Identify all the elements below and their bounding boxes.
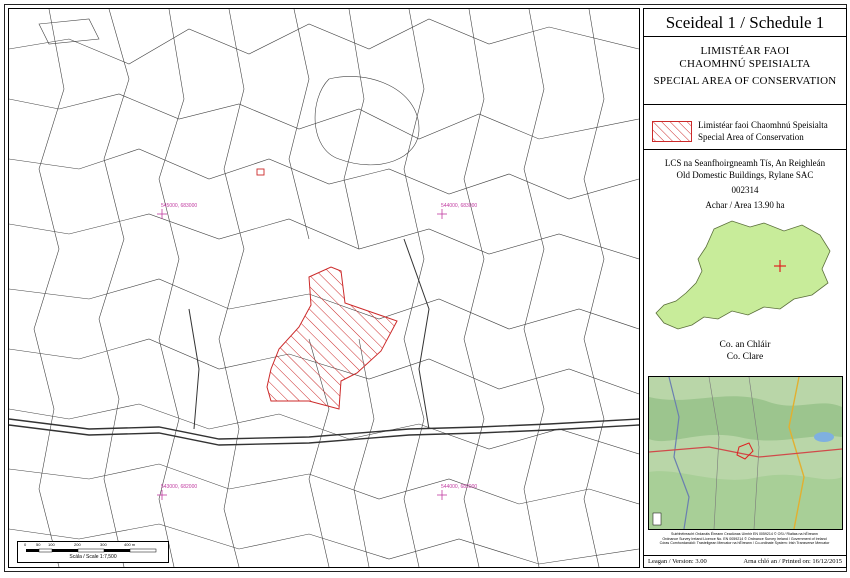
scale-tick-100: 100: [48, 542, 55, 547]
version-label: Leagan / Version: 3.00: [648, 558, 707, 565]
sac-boundary-polygon: [266, 266, 398, 410]
county-name-ga: Co. an Chláir: [719, 340, 771, 350]
hatch-swatch-icon: [653, 122, 691, 141]
sac-legend-swatch: [652, 121, 692, 142]
designation-line-1: LIMISTÉAR FAOI: [700, 45, 790, 57]
scale-tick-0: 0: [24, 542, 27, 547]
ordnance-map[interactable]: 545000, 683000 544000, 683000 543000, 68…: [8, 8, 640, 568]
scale-tick-400: 400 m: [124, 542, 136, 547]
scale-label: Scála / Scale 1:7,500: [69, 554, 117, 560]
grid-coord-top-right: 544000, 683000: [441, 203, 478, 209]
map-linework: [9, 9, 639, 567]
divider: [644, 149, 846, 150]
county-name-en: Co. Clare: [726, 352, 764, 362]
sac-legend-label: Limistéar faoi Chaomhnú Speisialta Speci…: [698, 119, 828, 143]
site-area: Achar / Area 13.90 ha: [705, 200, 785, 210]
designation-line-2: CHAOMHNÚ SPEISIALTA: [679, 58, 811, 70]
title-panel: Sceideal 1 / Schedule 1 LIMISTÉAR FAOI C…: [643, 8, 847, 568]
divider: [644, 104, 846, 105]
scale-tick-200: 200: [74, 542, 81, 547]
scale-tick-50: 50: [36, 542, 41, 547]
inset-locator-map[interactable]: [648, 376, 843, 530]
site-name-en: Old Domestic Buildings, Rylane SAC: [676, 170, 814, 180]
site-info: LCS na Seanfhoirgneamh Tís, An Reighleán…: [644, 157, 846, 211]
grid-coord-bottom-left: 543000, 682000: [161, 484, 198, 490]
inset-map-graphic: [649, 377, 842, 529]
copyright-notice: Suirbhéireacht Ordanáis Éireann Ceadúnas…: [648, 532, 841, 546]
copyright-line-1: Suirbhéireacht Ordanáis Éireann Ceadúnas…: [671, 532, 818, 536]
site-name-ga: LCS na Seanfhoirgneamh Tís, An Reighleán: [664, 158, 826, 168]
county-label: Co. an Chláir Co. Clare: [644, 339, 846, 363]
scale-bar: 0 50 100 200 300 400 m Scála / Scale 1:7…: [17, 541, 169, 563]
designation-heading: LIMISTÉAR FAOI CHAOMHNÚ SPEISIALTA SPECI…: [644, 45, 846, 88]
schedule-title: Sceideal 1 / Schedule 1: [644, 9, 846, 37]
site-code: 002314: [731, 185, 759, 195]
designation-line-3: SPECIAL AREA OF CONSERVATION: [653, 75, 837, 87]
footer: Leagan / Version: 3.00 Arna chló an / Pr…: [644, 555, 846, 567]
printed-date: Arna chló an / Printed on: 16/12/2015: [743, 558, 842, 565]
grid-coord-bottom-right: 544000, 682000: [441, 484, 478, 490]
grid-coord-top-left: 545000, 683000: [161, 203, 198, 209]
county-clare-outline: [655, 220, 831, 330]
legend-label-en: Special Area of Conservation: [698, 132, 804, 142]
legend-label-ga: Limistéar faoi Chaomhnú Speisialta: [698, 120, 828, 130]
scale-tick-300: 300: [100, 542, 107, 547]
copyright-line-3: Córas Comhordanáidí: Trasteilgean Mercat…: [659, 541, 830, 546]
